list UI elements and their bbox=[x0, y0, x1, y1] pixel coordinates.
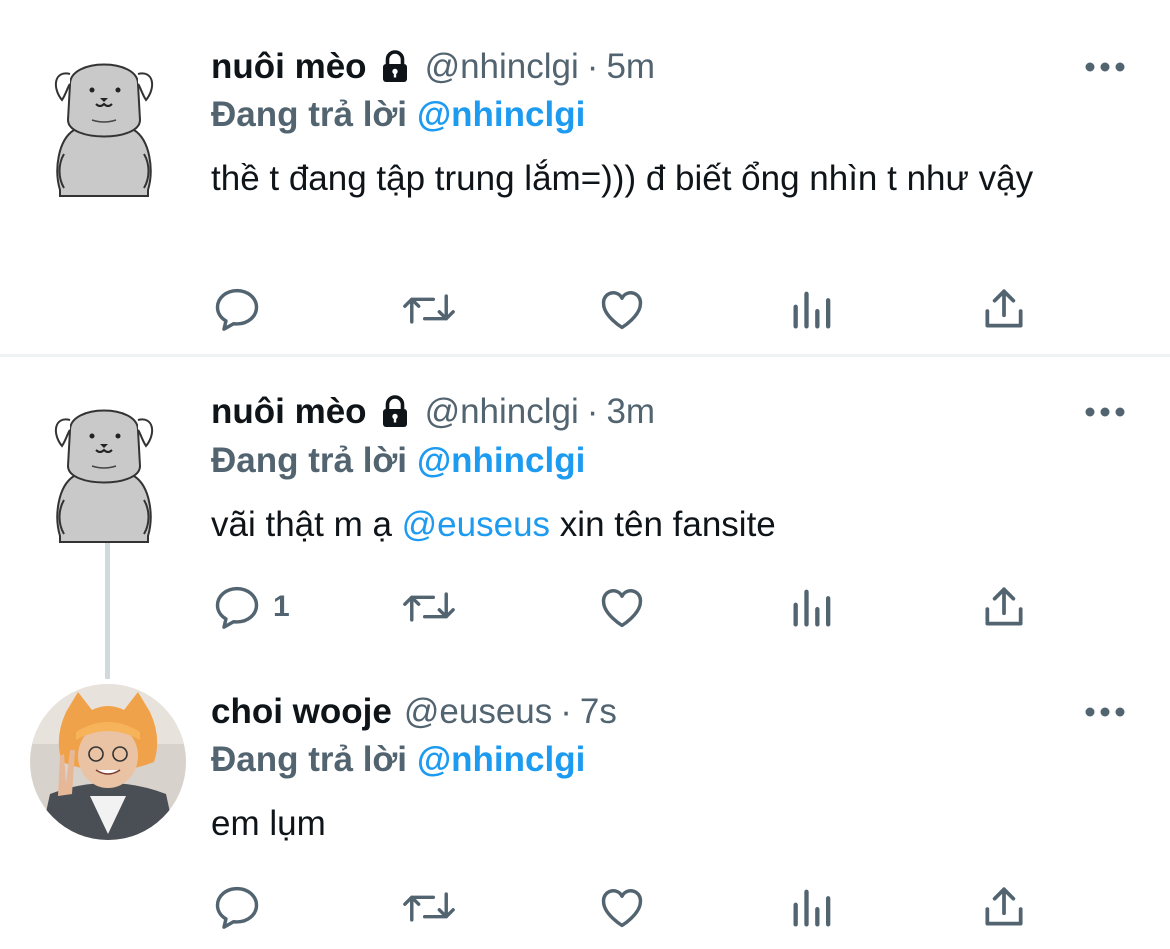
analytics-icon bbox=[793, 889, 831, 927]
display-name[interactable]: choi wooje bbox=[211, 692, 392, 732]
tweet-text-part: xin tên fansite bbox=[559, 505, 776, 544]
tweet-actions bbox=[211, 279, 1071, 339]
share-button[interactable] bbox=[979, 279, 1029, 339]
lock-icon bbox=[377, 49, 413, 85]
retweet-button[interactable] bbox=[401, 577, 457, 637]
mention-link[interactable]: @euseus bbox=[402, 505, 550, 544]
user-handle[interactable]: @euseus bbox=[404, 692, 552, 732]
analytics-button[interactable] bbox=[789, 279, 837, 339]
retweet-button[interactable] bbox=[401, 279, 457, 339]
tweet-text: thề t đang tập trung lắm=))) đ biết ổng … bbox=[211, 159, 1034, 198]
replying-mention-link[interactable]: @nhinclgi bbox=[417, 740, 585, 780]
reply-button[interactable] bbox=[211, 279, 273, 339]
tweet-header: nuôi mèo @nhinclgi · 5m bbox=[211, 42, 1050, 92]
tweet-3[interactable]: choi wooje @euseus · 7s Đang trả lời @nh… bbox=[0, 677, 1170, 949]
user-photo-avatar bbox=[30, 684, 186, 840]
replying-label: Đang trả lời bbox=[211, 740, 408, 779]
avatar-dog[interactable] bbox=[30, 390, 186, 546]
analytics-button[interactable] bbox=[789, 577, 837, 637]
reply-icon bbox=[215, 586, 259, 629]
avatar-dog[interactable] bbox=[30, 44, 186, 200]
reply-icon bbox=[215, 886, 259, 929]
reply-button[interactable]: 1 bbox=[211, 577, 290, 637]
tweet-header: choi wooje @euseus · 7s bbox=[211, 687, 1050, 737]
replying-label: Đang trả lời bbox=[211, 95, 408, 134]
replying-mention-link[interactable]: @nhinclgi bbox=[417, 441, 585, 481]
replying-label: Đang trả lời bbox=[211, 441, 408, 480]
avatar-photo[interactable] bbox=[30, 684, 186, 840]
separator-dot: · bbox=[586, 47, 599, 86]
share-button[interactable] bbox=[979, 877, 1029, 937]
timestamp[interactable]: 3m bbox=[606, 392, 655, 432]
retweet-icon bbox=[403, 294, 455, 324]
like-icon bbox=[601, 589, 643, 628]
tweet-text: vãi thật m ạ @euseus xin tên fansite bbox=[211, 502, 1131, 547]
user-handle[interactable]: @nhinclgi bbox=[425, 47, 579, 87]
reply-button[interactable] bbox=[211, 877, 273, 937]
analytics-icon bbox=[793, 291, 831, 329]
reply-icon bbox=[215, 288, 259, 331]
retweet-icon bbox=[403, 592, 455, 622]
retweet-icon bbox=[403, 892, 455, 922]
lock-icon bbox=[377, 394, 413, 430]
tweet-text-part: vãi thật m ạ bbox=[211, 505, 392, 544]
user-handle[interactable]: @nhinclgi bbox=[425, 392, 579, 432]
replying-to: Đang trả lời @nhinclgi bbox=[211, 436, 585, 486]
dog-avatar-icon bbox=[54, 63, 154, 197]
tweet-header: nuôi mèo @nhinclgi · 3m bbox=[211, 387, 1050, 437]
like-icon bbox=[601, 291, 643, 330]
like-button[interactable] bbox=[596, 877, 648, 937]
separator-dot: · bbox=[560, 692, 572, 731]
replying-mention-link[interactable]: @nhinclgi bbox=[417, 95, 585, 135]
timestamp[interactable]: 5m bbox=[606, 47, 655, 87]
dog-avatar-icon bbox=[54, 409, 154, 543]
share-icon bbox=[985, 289, 1023, 328]
tweet-1[interactable]: nuôi mèo @nhinclgi · 5m Đang trả lời @nh… bbox=[0, 0, 1170, 355]
separator-dot: · bbox=[586, 392, 599, 431]
analytics-button[interactable] bbox=[789, 877, 837, 937]
like-icon bbox=[601, 889, 643, 928]
more-icon[interactable] bbox=[1080, 42, 1130, 92]
thread-connector bbox=[105, 539, 110, 679]
share-icon bbox=[985, 887, 1023, 926]
like-button[interactable] bbox=[596, 279, 648, 339]
more-icon[interactable] bbox=[1080, 687, 1130, 737]
replying-to: Đang trả lời @nhinclgi bbox=[211, 90, 585, 140]
replying-to: Đang trả lời @nhinclgi bbox=[211, 735, 585, 785]
display-name[interactable]: nuôi mèo bbox=[211, 392, 367, 432]
timestamp[interactable]: 7s bbox=[580, 692, 617, 732]
tweet-actions bbox=[211, 877, 1071, 937]
analytics-icon bbox=[793, 589, 831, 627]
display-name[interactable]: nuôi mèo bbox=[211, 47, 367, 87]
tweet-2[interactable]: nuôi mèo @nhinclgi · 3m Đang trả lời @nh… bbox=[0, 357, 1170, 679]
share-button[interactable] bbox=[979, 577, 1029, 637]
reply-count: 1 bbox=[273, 590, 290, 623]
more-icon[interactable] bbox=[1080, 387, 1130, 437]
like-button[interactable] bbox=[596, 577, 648, 637]
tweet-actions: 1 bbox=[211, 577, 1071, 637]
retweet-button[interactable] bbox=[401, 877, 457, 937]
share-icon bbox=[985, 587, 1023, 626]
tweet-text: em lụm bbox=[211, 804, 326, 843]
